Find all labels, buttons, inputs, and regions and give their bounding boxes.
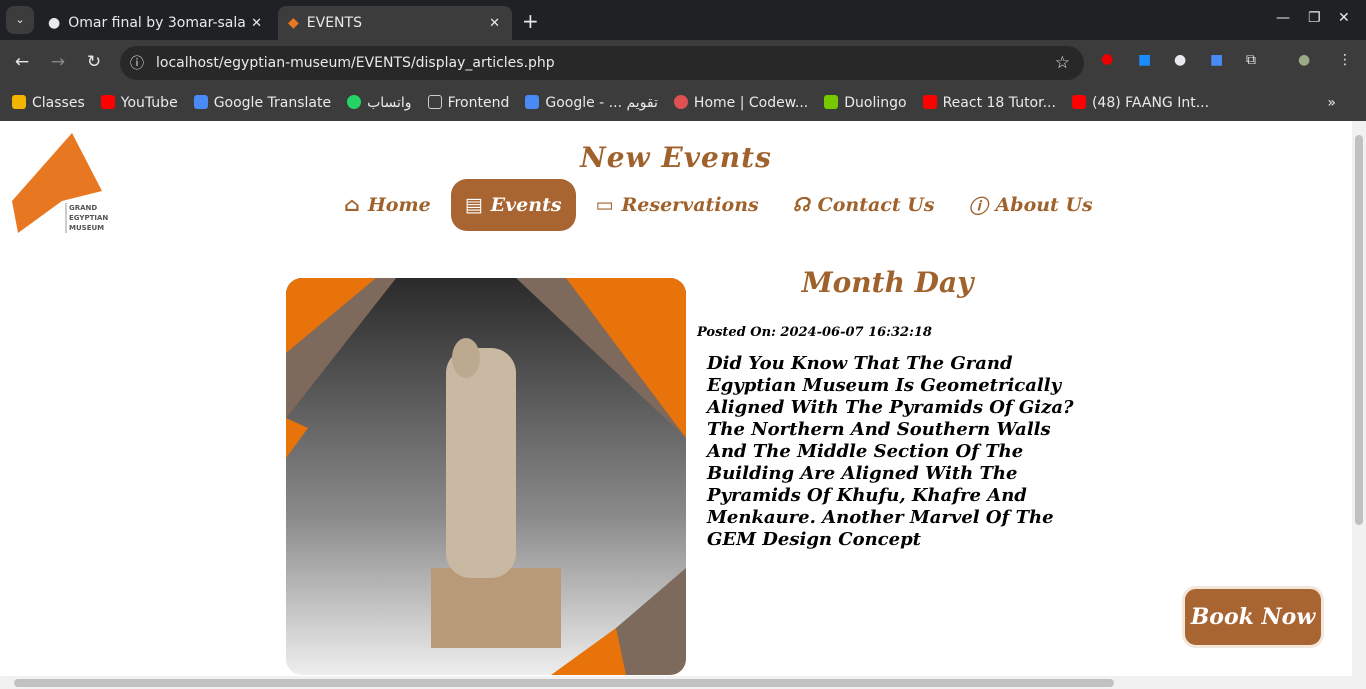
bookmark-translate[interactable]: Google Translate: [193, 94, 331, 111]
newspaper-icon: ▤: [464, 194, 483, 216]
bookmark-frontend[interactable]: Frontend: [427, 94, 509, 111]
book-now-button[interactable]: Book Now: [1182, 586, 1324, 648]
extension-circle-icon[interactable]: ●: [1174, 52, 1186, 68]
nav-contact[interactable]: ☊ Contact Us: [779, 179, 949, 231]
extensions-icon[interactable]: ⧉: [1246, 52, 1256, 68]
address-bar[interactable]: ⓘ localhost/egyptian-museum/EVENTS/displa…: [120, 46, 1084, 80]
main-nav: ⌂ Home ▤ Events ▭ Reservations ☊ Contact Us …: [330, 179, 1107, 231]
adblock-icon[interactable]: ⬣: [1101, 52, 1113, 68]
bookmark-faang[interactable]: (48) FAANG Int...: [1071, 94, 1209, 111]
close-window-button[interactable]: ✕: [1338, 10, 1350, 26]
close-icon[interactable]: ✕: [489, 16, 500, 31]
tab-events[interactable]: ◆ EVENTS ✕: [278, 6, 512, 40]
menu-icon[interactable]: ⋮: [1338, 52, 1352, 68]
info-icon: ⓘ: [968, 195, 988, 218]
article-body: Did You Know That The Grand Egyptian Mus…: [707, 353, 1074, 550]
bookmark-whatsapp[interactable]: واتساب: [347, 94, 412, 111]
nav-reservations[interactable]: ▭ Reservations: [582, 179, 773, 231]
nav-about[interactable]: ⓘ About Us: [955, 179, 1107, 231]
posted-date: Posted On: 2024-06-07 16:32:18: [697, 325, 932, 340]
new-tab-button[interactable]: +: [522, 9, 539, 33]
back-icon[interactable]: ←: [4, 52, 40, 72]
bookmark-duolingo[interactable]: Duolingo: [824, 94, 907, 111]
browser-chrome: ⌄ ● Omar final by 3omar-sala ✕ ◆ EVENTS ✕ + …: [0, 0, 1366, 121]
headset-icon: ☊: [792, 194, 810, 216]
article-image: [286, 278, 686, 675]
horizontal-scrollbar[interactable]: [0, 676, 1366, 689]
bookmark-youtube[interactable]: YouTube: [100, 94, 178, 111]
bookmark-react[interactable]: React 18 Tutor...: [922, 94, 1056, 111]
more-bookmarks-icon[interactable]: »: [1327, 95, 1336, 111]
page: GRAND EGYPTIAN MUSEUM New Events ⌂ Home ▤ Ev…: [0, 121, 1352, 676]
restore-button[interactable]: ❐: [1308, 10, 1321, 26]
extension-s-icon[interactable]: ■: [1138, 52, 1151, 68]
bookmarks-bar: Classes YouTube Google Translate واتساب …: [0, 84, 1366, 121]
minimize-button[interactable]: —: [1276, 10, 1290, 26]
avatar[interactable]: ●: [1298, 52, 1310, 68]
star-icon[interactable]: ☆: [1055, 53, 1070, 73]
home-icon: ⌂: [344, 194, 360, 216]
reload-icon[interactable]: ↻: [76, 52, 112, 72]
info-icon: ⓘ: [130, 56, 144, 72]
tab-github[interactable]: ● Omar final by 3omar-sala ✕: [38, 6, 274, 40]
forward-icon[interactable]: →: [40, 52, 76, 72]
bookmark-calendar[interactable]: Google - ... تقويم: [525, 94, 658, 111]
close-icon[interactable]: ✕: [251, 16, 262, 31]
vertical-scrollbar[interactable]: [1352, 121, 1366, 676]
tab-search-button[interactable]: ⌄: [6, 6, 34, 34]
nav-events[interactable]: ▤ Events: [450, 179, 576, 231]
favicon-icon: ◆: [288, 15, 299, 31]
nav-home[interactable]: ⌂ Home: [330, 179, 445, 231]
github-icon: ●: [48, 15, 61, 31]
article-heading: Month Day: [801, 266, 974, 299]
translate-icon[interactable]: ■: [1210, 52, 1223, 68]
page-title: New Events: [580, 141, 772, 174]
bookmark-classes[interactable]: Classes: [12, 94, 85, 111]
ticket-icon: ▭: [595, 194, 614, 216]
bookmark-codewars[interactable]: Home | Codew...: [673, 94, 808, 111]
